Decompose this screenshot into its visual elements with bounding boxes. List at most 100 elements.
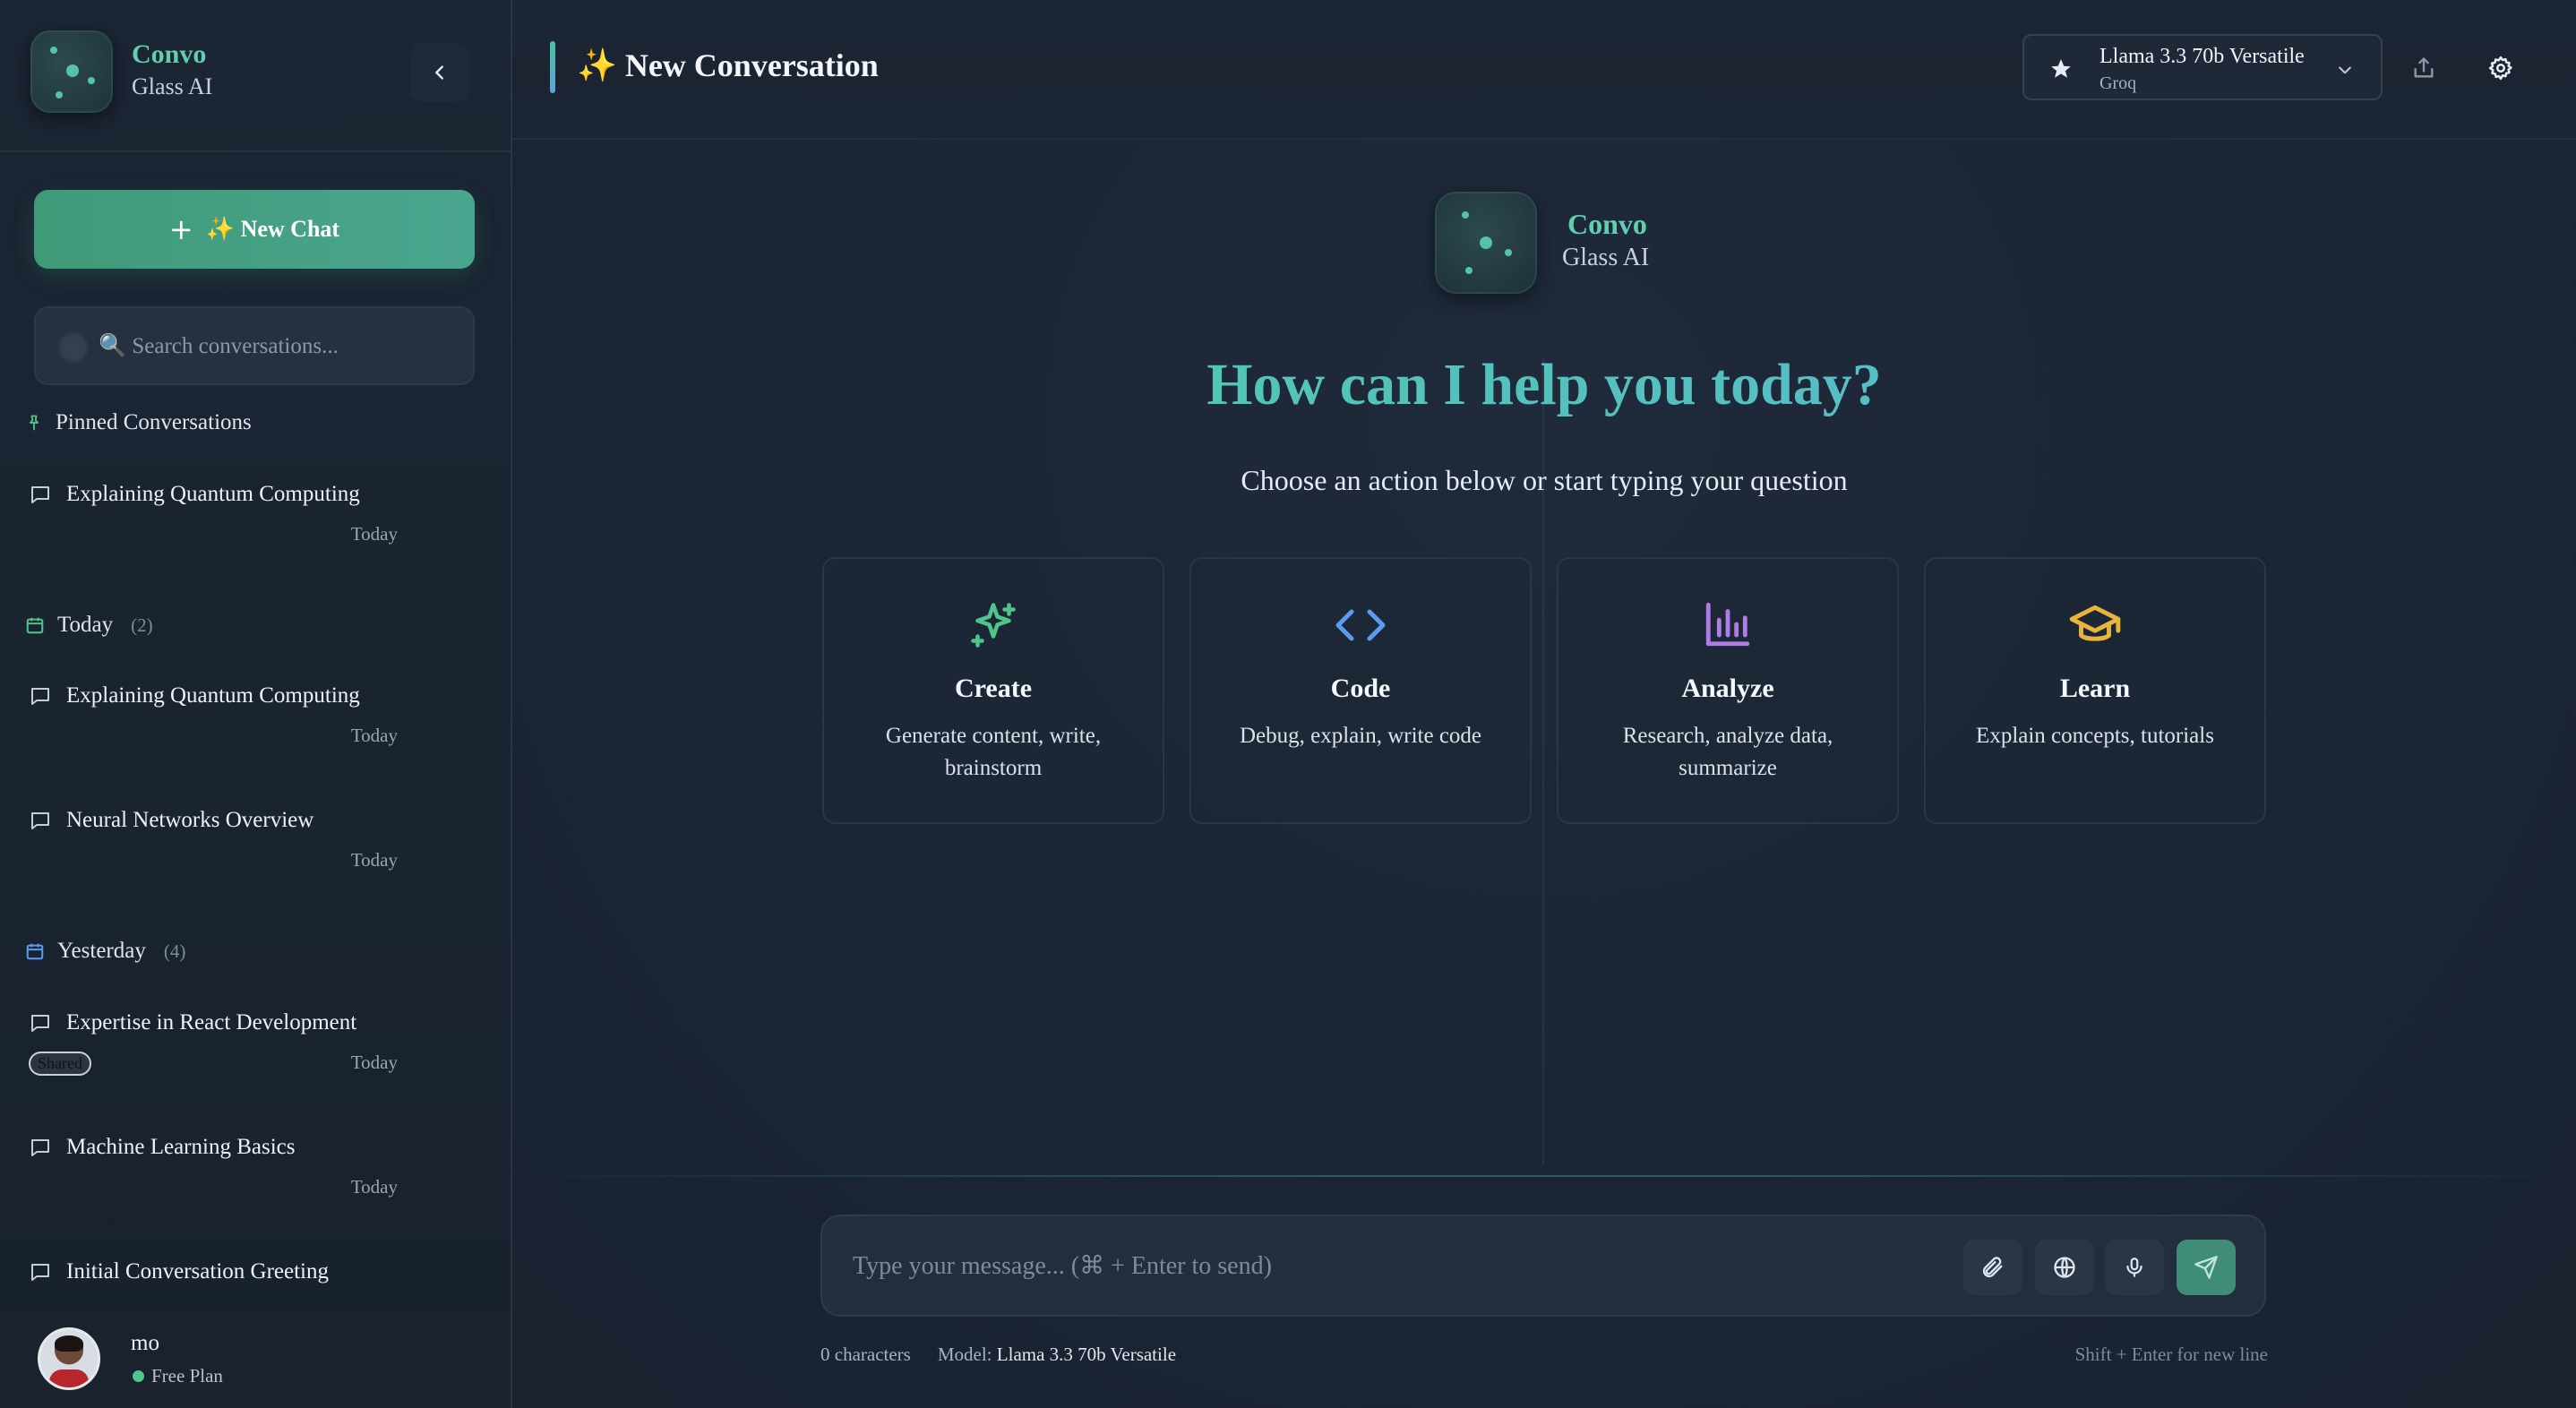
welcome-heading: How can I help you today? <box>512 351 2576 419</box>
model-name: Llama 3.3 70b Versatile <box>2099 45 2305 68</box>
message-input[interactable] <box>853 1250 1928 1290</box>
user-plan-label: Free Plan <box>151 1365 223 1387</box>
gear-icon <box>2488 56 2512 81</box>
section-pinned: Pinned Conversations <box>25 410 252 435</box>
top-bar: ✨ New Conversation Llama 3.3 70b Versati… <box>512 0 2576 140</box>
section-yesterday: Yesterday (4) <box>25 939 185 964</box>
star-icon <box>2051 59 2071 78</box>
user-profile[interactable]: mo Free Plan <box>0 1313 511 1408</box>
share-button[interactable] <box>2402 47 2445 90</box>
action-card-title: Analyze <box>1681 674 1774 703</box>
welcome-subheading: Choose an action below or start typing y… <box>1241 464 1848 496</box>
section-today: Today (2) <box>25 613 153 638</box>
conversation-title: Explaining Quantum Computing <box>66 482 360 506</box>
conversation-date: Today <box>350 849 398 871</box>
action-card-analyze[interactable]: Analyze Research, analyze data, summariz… <box>1557 557 1899 824</box>
code-icon <box>1335 609 1386 641</box>
graduation-cap-icon <box>2069 605 2121 641</box>
search-blob-icon <box>59 333 88 362</box>
chevron-left-icon <box>435 65 443 80</box>
action-card-code[interactable]: Code Debug, explain, write code <box>1189 557 1532 824</box>
model-provider: Groq <box>2099 73 2137 93</box>
user-plan: Free Plan <box>133 1365 223 1387</box>
conversation-item[interactable]: Explaining Quantum Computing Today <box>29 683 398 746</box>
plus-icon: + <box>168 212 193 246</box>
action-card-description: Explain concepts, tutorials <box>1976 724 2214 748</box>
newline-hint: Shift + Enter for new line <box>2074 1344 2268 1365</box>
action-card-description: Research, analyze data, summarize <box>1622 724 1833 780</box>
conversation-title: Initial Conversation Greeting <box>66 1259 329 1284</box>
calendar-icon <box>26 943 44 960</box>
hero-logo <box>1435 192 1537 294</box>
brand-name: Convo <box>132 39 207 69</box>
avatar <box>38 1327 100 1390</box>
conversation-item[interactable]: Neural Networks Overview Today <box>29 808 398 871</box>
send-button[interactable] <box>2177 1240 2236 1295</box>
settings-button[interactable] <box>2479 47 2522 90</box>
title-accent-bar <box>550 41 555 93</box>
conversation-title: Neural Networks Overview <box>66 808 314 832</box>
shared-badge: Shared <box>29 1052 91 1076</box>
message-composer <box>820 1215 2266 1317</box>
conversation-title: Machine Learning Basics <box>66 1135 296 1159</box>
conversation-item[interactable]: Expertise in React Development Shared To… <box>29 1010 398 1076</box>
chat-bubble-icon <box>31 1015 49 1032</box>
globe-icon <box>2054 1257 2075 1278</box>
composer-status: 0 characters Model: Llama 3.3 70b Versat… <box>820 1344 1176 1366</box>
action-card-create[interactable]: Create Generate content, write, brainsto… <box>822 557 1164 824</box>
collapse-sidebar-button[interactable] <box>410 43 469 102</box>
action-card-title: Create <box>954 674 1033 703</box>
conversation-item[interactable]: Initial Conversation Greeting <box>29 1259 387 1284</box>
voice-button[interactable] <box>2105 1240 2164 1295</box>
hero-brand-name: Convo <box>1567 208 1647 240</box>
brand-subtitle: Glass AI <box>132 73 213 99</box>
conversation-item[interactable]: Explaining Quantum Computing Today <box>29 482 398 545</box>
action-card-description: Generate content, write, brainstorm <box>885 724 1102 780</box>
conversation-date: Today <box>350 1052 398 1073</box>
main-panel: ✨ New Conversation Llama 3.3 70b Versati… <box>512 0 2576 1408</box>
model-label: Model: <box>937 1344 992 1365</box>
chevron-down-icon <box>2339 66 2351 74</box>
hero-brand-subtitle: Glass AI <box>1562 244 1650 271</box>
action-card-title: Learn <box>2059 674 2131 703</box>
paperclip-icon <box>1982 1257 2003 1278</box>
sidebar-header: Convo Glass AI <box>0 0 511 152</box>
section-pinned-label: Pinned Conversations <box>56 410 252 434</box>
pin-icon <box>29 415 39 431</box>
chat-bubble-icon <box>31 1139 49 1156</box>
sidebar: Convo Glass AI + ✨ New Chat Pinned Conve… <box>0 0 512 1408</box>
chat-bubble-icon <box>31 486 49 503</box>
app-root: Convo Glass AI + ✨ New Chat Pinned Conve… <box>0 0 2576 1408</box>
action-card-learn[interactable]: Learn Explain concepts, tutorials <box>1924 557 2266 824</box>
send-icon <box>2194 1256 2218 1279</box>
chat-bubble-icon <box>31 688 49 705</box>
search-input[interactable] <box>99 326 466 367</box>
conversation-date: Today <box>350 1176 398 1198</box>
sparkles-icon <box>971 603 1016 648</box>
composer-divider <box>512 1175 2576 1177</box>
section-yesterday-count: (4) <box>163 940 186 962</box>
conversation-title: Explaining Quantum Computing <box>66 683 360 708</box>
new-chat-button[interactable]: + ✨ New Chat <box>34 190 475 269</box>
microphone-icon <box>2126 1258 2142 1277</box>
search-box[interactable] <box>34 306 475 385</box>
attach-button[interactable] <box>1963 1240 2022 1295</box>
current-model: Model: Llama 3.3 70b Versatile <box>938 1344 1176 1366</box>
conversation-date: Today <box>350 725 398 746</box>
model-selector[interactable]: Llama 3.3 70b Versatile Groq <box>2022 34 2383 100</box>
web-search-button[interactable] <box>2035 1240 2094 1295</box>
share-icon <box>2414 57 2434 78</box>
new-chat-label: ✨ New Chat <box>205 216 340 242</box>
online-status-icon <box>133 1370 144 1382</box>
model-value: Llama 3.3 70b Versatile <box>996 1344 1177 1365</box>
action-cards: Create Generate content, write, brainsto… <box>822 557 2266 824</box>
bar-chart-icon <box>1705 602 1750 647</box>
section-today-label: Today <box>57 613 114 637</box>
conversation-title: Expertise in React Development <box>66 1010 357 1035</box>
app-logo <box>30 30 113 113</box>
user-name: mo <box>131 1331 159 1355</box>
action-card-description: Debug, explain, write code <box>1239 724 1482 748</box>
conversation-item[interactable]: Machine Learning Basics Today <box>29 1135 398 1198</box>
action-card-title: Code <box>1330 674 1391 703</box>
section-yesterday-label: Yesterday <box>57 939 146 963</box>
